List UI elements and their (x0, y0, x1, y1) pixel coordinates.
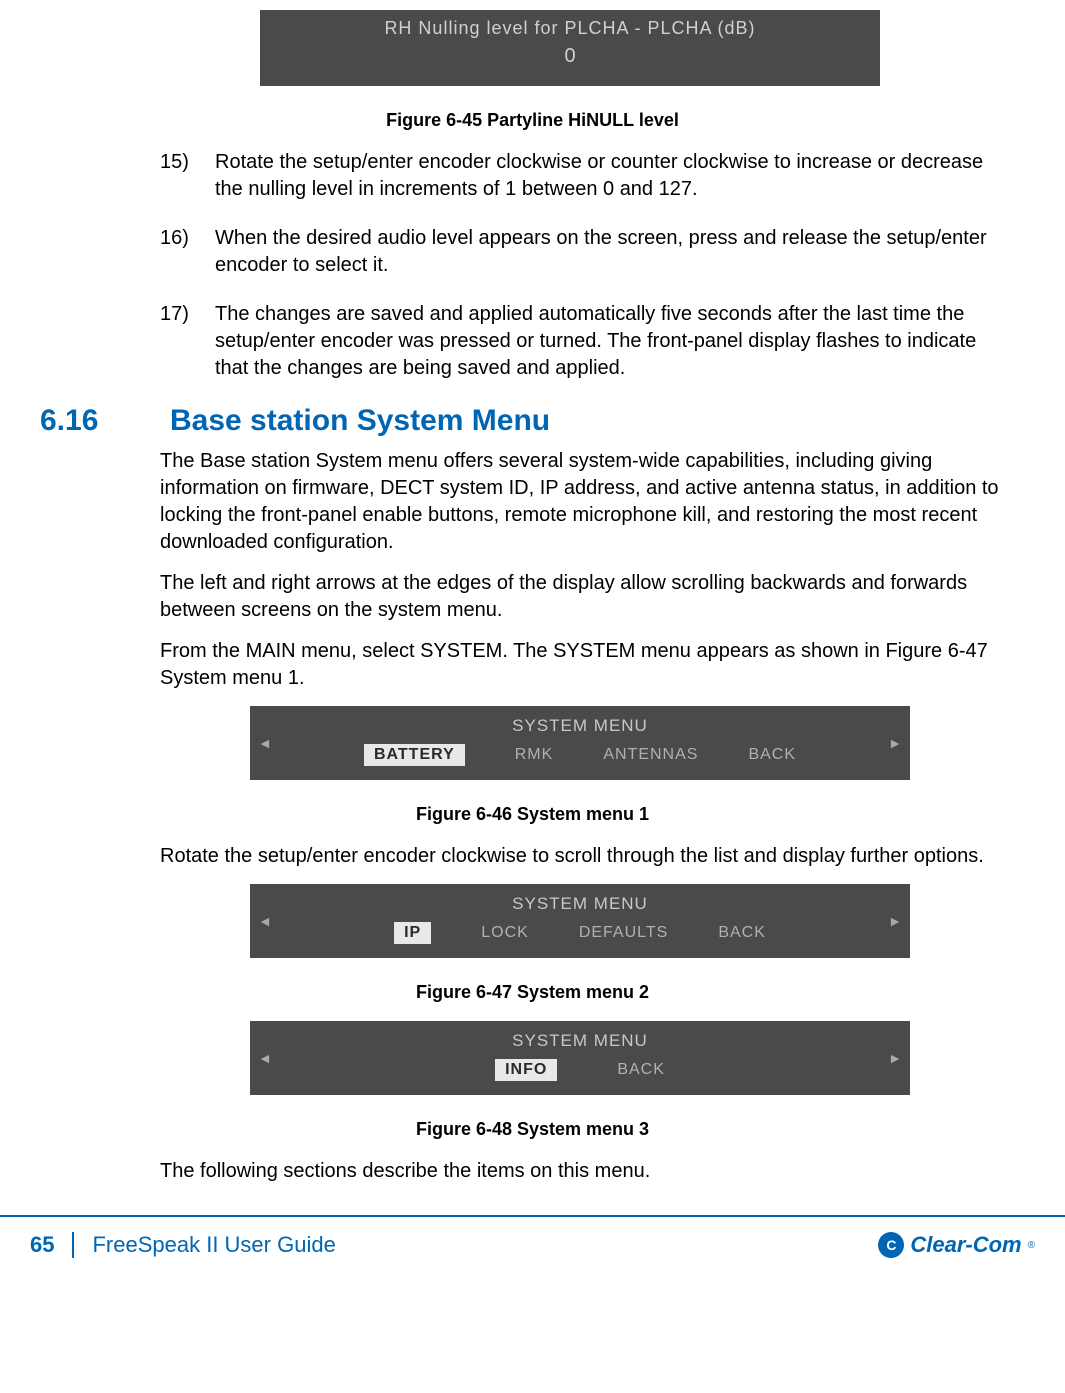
menu-item: DEFAULTS (579, 924, 669, 942)
arrow-left-icon: ◄ (258, 913, 272, 929)
step-text: The changes are saved and applied automa… (215, 301, 995, 382)
menu-item: BACK (748, 746, 796, 764)
arrow-right-icon: ► (888, 913, 902, 929)
menu-item: RMK (515, 746, 554, 764)
body-paragraph: The following sections describe the item… (160, 1158, 1005, 1185)
lcd-title: RH Nulling level for PLCHA - PLCHA (dB) (260, 18, 880, 39)
document-title: FreeSpeak II User Guide (92, 1232, 335, 1258)
body-paragraph: From the MAIN menu, select SYSTEM. The S… (160, 638, 1005, 692)
menu-item-selected: INFO (495, 1059, 557, 1081)
lcd-menu-title: SYSTEM MENU (250, 894, 910, 914)
body-paragraph: The left and right arrows at the edges o… (160, 570, 1005, 624)
step-number: 16) (160, 225, 215, 279)
step-text: When the desired audio level appears on … (215, 225, 995, 279)
figure-caption-46: Figure 6-46 System menu 1 (40, 804, 1025, 825)
lcd-value: 0 (260, 45, 880, 68)
body-paragraph: The Base station System menu offers seve… (160, 448, 1005, 556)
step-item: 16) When the desired audio level appears… (160, 225, 995, 279)
menu-item-selected: IP (394, 922, 431, 944)
figure-caption-47: Figure 6-47 System menu 2 (40, 982, 1025, 1003)
arrow-left-icon: ◄ (258, 1050, 272, 1066)
step-list: 15) Rotate the setup/enter encoder clock… (160, 149, 995, 382)
section-number: 6.16 (40, 404, 170, 438)
section-header: 6.16 Base station System Menu (40, 404, 1025, 438)
page-number: 65 (30, 1232, 74, 1258)
body-paragraph: Rotate the setup/enter encoder clockwise… (160, 843, 1005, 870)
menu-item: LOCK (481, 924, 529, 942)
arrow-right-icon: ► (888, 735, 902, 751)
step-number: 15) (160, 149, 215, 203)
logo-text: Clear-Com (910, 1232, 1021, 1258)
arrow-left-icon: ◄ (258, 735, 272, 751)
step-text: Rotate the setup/enter encoder clockwise… (215, 149, 995, 203)
figure-caption-48: Figure 6-48 System menu 3 (40, 1119, 1025, 1140)
lcd-system-menu-2: ◄ SYSTEM MENU IP LOCK DEFAULTS BACK ► (250, 884, 910, 958)
lcd-menu-title: SYSTEM MENU (250, 1031, 910, 1051)
lcd-system-menu-1: ◄ SYSTEM MENU BATTERY RMK ANTENNAS BACK … (250, 706, 910, 780)
lcd-nulling-level: RH Nulling level for PLCHA - PLCHA (dB) … (260, 10, 880, 86)
page-footer: 65 FreeSpeak II User Guide C Clear-Com ® (0, 1215, 1065, 1278)
lcd-system-menu-3: ◄ SYSTEM MENU INFO BACK ► (250, 1021, 910, 1095)
menu-item: ANTENNAS (603, 746, 698, 764)
step-number: 17) (160, 301, 215, 382)
step-item: 15) Rotate the setup/enter encoder clock… (160, 149, 995, 203)
menu-item-selected: BATTERY (364, 744, 465, 766)
section-title: Base station System Menu (170, 404, 550, 438)
figure-caption-45: Figure 6-45 Partyline HiNULL level (40, 110, 1025, 131)
registered-mark: ® (1028, 1240, 1035, 1251)
step-item: 17) The changes are saved and applied au… (160, 301, 995, 382)
arrow-right-icon: ► (888, 1050, 902, 1066)
logo-icon: C (878, 1232, 904, 1258)
menu-item: BACK (718, 924, 766, 942)
lcd-menu-title: SYSTEM MENU (250, 716, 910, 736)
menu-item: BACK (617, 1061, 665, 1079)
clearcom-logo: C Clear-Com ® (878, 1232, 1035, 1258)
